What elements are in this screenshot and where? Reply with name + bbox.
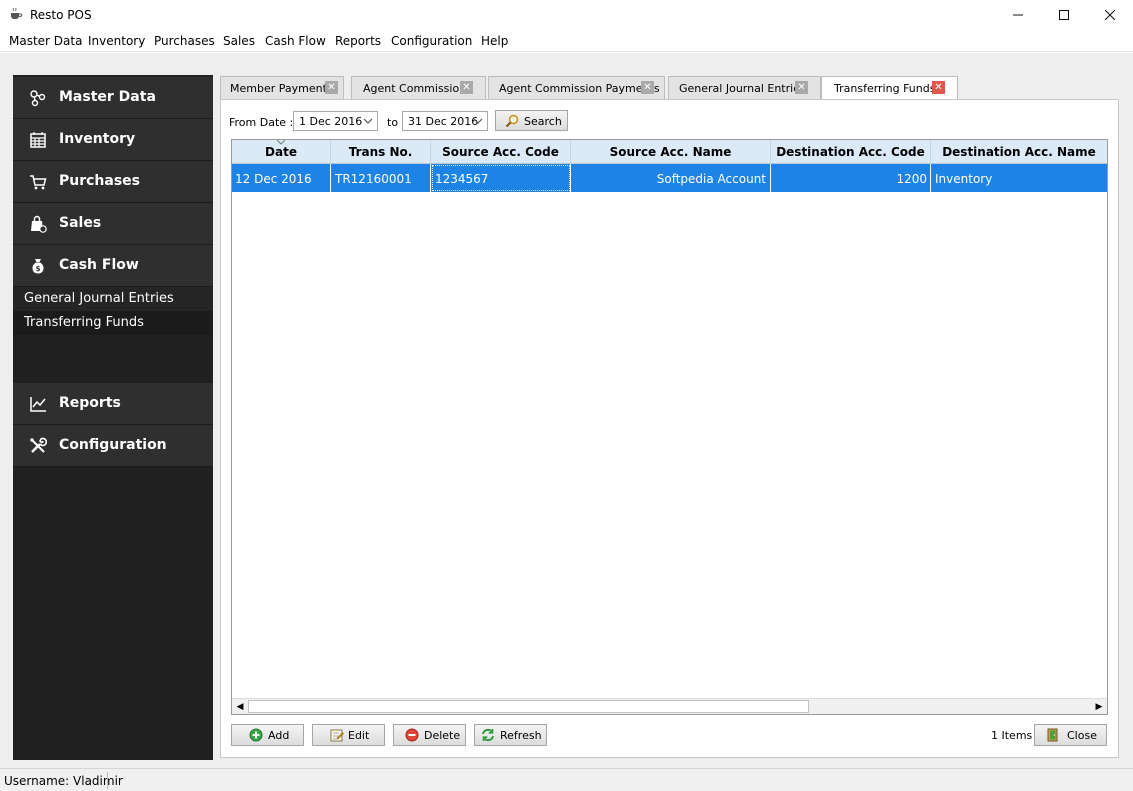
- menu-cash-flow[interactable]: Cash Flow: [265, 34, 326, 48]
- close-icon[interactable]: ✕: [325, 81, 338, 94]
- username-status: Username: Vladimir: [4, 774, 123, 788]
- column-header-source-acc-code[interactable]: Source Acc. Code: [431, 140, 571, 164]
- table-cell-date[interactable]: 12 Dec 2016: [232, 164, 331, 192]
- close-icon[interactable]: ✕: [932, 81, 945, 94]
- tab-general-journal-entries[interactable]: General Journal Entries ✕: [668, 76, 821, 99]
- status-bar: Username: Vladimir: [0, 768, 1133, 791]
- edit-button[interactable]: Edit: [312, 724, 385, 746]
- tab-member-payments[interactable]: Member Payments ✕: [220, 76, 344, 99]
- chevron-down-icon: [473, 118, 483, 124]
- scroll-right-icon[interactable]: ▶: [1091, 699, 1107, 715]
- column-header-trans-no[interactable]: Trans No.: [331, 140, 431, 164]
- sidebar-subitem-transferring-funds[interactable]: Transferring Funds: [13, 311, 213, 335]
- add-icon: [249, 728, 263, 742]
- calendar-icon: [30, 132, 46, 148]
- tab-transferring-funds[interactable]: Transferring Funds ✕: [821, 76, 958, 100]
- sidebar-item-master-data[interactable]: Master Data: [13, 77, 213, 119]
- column-header-source-acc-name[interactable]: Source Acc. Name: [571, 140, 771, 164]
- title-bar: Resto POS: [0, 0, 1133, 30]
- sidebar-item-label: Master Data: [59, 89, 156, 105]
- column-header-destination-acc-name[interactable]: Destination Acc. Name: [931, 140, 1107, 164]
- sidebar-item-cash-flow[interactable]: $ Cash Flow: [13, 245, 213, 287]
- to-date-label: to: [387, 116, 399, 129]
- delete-icon: [405, 728, 419, 742]
- svg-text:$: $: [36, 265, 41, 273]
- tab-agent-commissions[interactable]: Agent Commissions ✕: [351, 76, 486, 99]
- minimize-button[interactable]: [995, 0, 1041, 30]
- sidebar-item-inventory[interactable]: Inventory: [13, 119, 213, 161]
- close-window-button[interactable]: [1087, 0, 1133, 30]
- close-button[interactable]: Close: [1034, 724, 1107, 746]
- table-cell-source-acc-code[interactable]: 1234567: [431, 164, 571, 192]
- refresh-icon: [482, 728, 494, 742]
- close-icon: [1105, 10, 1115, 20]
- to-date-picker[interactable]: 31 Dec 2016: [402, 111, 488, 131]
- menu-master-data[interactable]: Master Data: [9, 34, 82, 48]
- column-header-destination-acc-code[interactable]: Destination Acc. Code: [771, 140, 931, 164]
- sidebar-item-label: Purchases: [59, 173, 141, 189]
- menu-sales[interactable]: Sales: [223, 34, 255, 48]
- table-cell-source-acc-name[interactable]: Softpedia Account: [571, 164, 771, 192]
- close-icon[interactable]: ✕: [641, 81, 654, 94]
- column-header-date[interactable]: Date: [232, 140, 331, 164]
- scrollbar-thumb[interactable]: [248, 700, 809, 713]
- table-cell-destination-acc-code[interactable]: 1200: [771, 164, 931, 192]
- status-separator: [107, 772, 108, 789]
- sidebar-item-label: Configuration: [59, 437, 167, 453]
- cart-icon: [30, 175, 47, 190]
- menu-help[interactable]: Help: [481, 34, 508, 48]
- exit-door-icon: [1047, 728, 1058, 742]
- sidebar-item-label: Cash Flow: [59, 257, 139, 273]
- sidebar-item-configuration[interactable]: Configuration: [13, 425, 213, 467]
- search-icon: [505, 114, 519, 128]
- add-button[interactable]: Add: [231, 724, 304, 746]
- from-date-picker[interactable]: 1 Dec 2016: [293, 111, 378, 131]
- refresh-button[interactable]: Refresh: [474, 724, 547, 746]
- sidebar-subitem-general-journal-entries[interactable]: General Journal Entries: [13, 287, 213, 311]
- sidebar-item-purchases[interactable]: Purchases: [13, 161, 213, 203]
- menu-inventory[interactable]: Inventory: [88, 34, 145, 48]
- sidebar-item-label: Inventory: [59, 131, 136, 147]
- menu-bar: Master Data Inventory Purchases Sales Ca…: [0, 30, 1133, 52]
- sidebar: Master Data Inventory Purchases Sales $ …: [13, 75, 213, 760]
- line-chart-icon: [30, 397, 46, 412]
- tab-agent-commission-payments[interactable]: Agent Commission Payments ✕: [488, 76, 665, 99]
- sidebar-item-sales[interactable]: Sales: [13, 203, 213, 245]
- scroll-left-icon[interactable]: ◀: [232, 699, 248, 715]
- table-cell-destination-acc-name[interactable]: Inventory: [931, 164, 1107, 192]
- menu-purchases[interactable]: Purchases: [154, 34, 215, 48]
- table-cell-trans-no[interactable]: TR12160001: [331, 164, 431, 192]
- sidebar-item-label: Reports: [59, 395, 121, 411]
- sidebar-item-reports[interactable]: Reports: [13, 383, 213, 425]
- shopping-bag-icon: [31, 215, 47, 233]
- sidebar-item-label: Sales: [59, 215, 102, 231]
- close-icon[interactable]: ✕: [460, 81, 473, 94]
- menu-configuration[interactable]: Configuration: [391, 34, 472, 48]
- horizontal-scrollbar[interactable]: ◀ ▶: [232, 698, 1107, 714]
- maximize-button[interactable]: [1041, 0, 1087, 30]
- from-date-label: From Date :: [229, 116, 294, 129]
- close-icon[interactable]: ✕: [795, 81, 808, 94]
- chevron-down-icon: [363, 118, 373, 124]
- maximize-icon: [1059, 10, 1069, 20]
- coffee-cup-icon: [11, 7, 23, 19]
- items-count: 1 Items: [991, 729, 1033, 742]
- window-title: Resto POS: [30, 8, 92, 22]
- transfers-table: Date Trans No. Source Acc. Code Source A…: [231, 139, 1108, 715]
- search-button[interactable]: Search: [495, 110, 568, 131]
- network-icon: [30, 90, 46, 107]
- menu-reports[interactable]: Reports: [335, 34, 381, 48]
- tools-icon: [30, 437, 47, 453]
- edit-icon: [330, 729, 344, 742]
- minimize-icon: [1013, 14, 1023, 16]
- delete-button[interactable]: Delete: [393, 724, 466, 746]
- money-bag-icon: $: [32, 259, 44, 274]
